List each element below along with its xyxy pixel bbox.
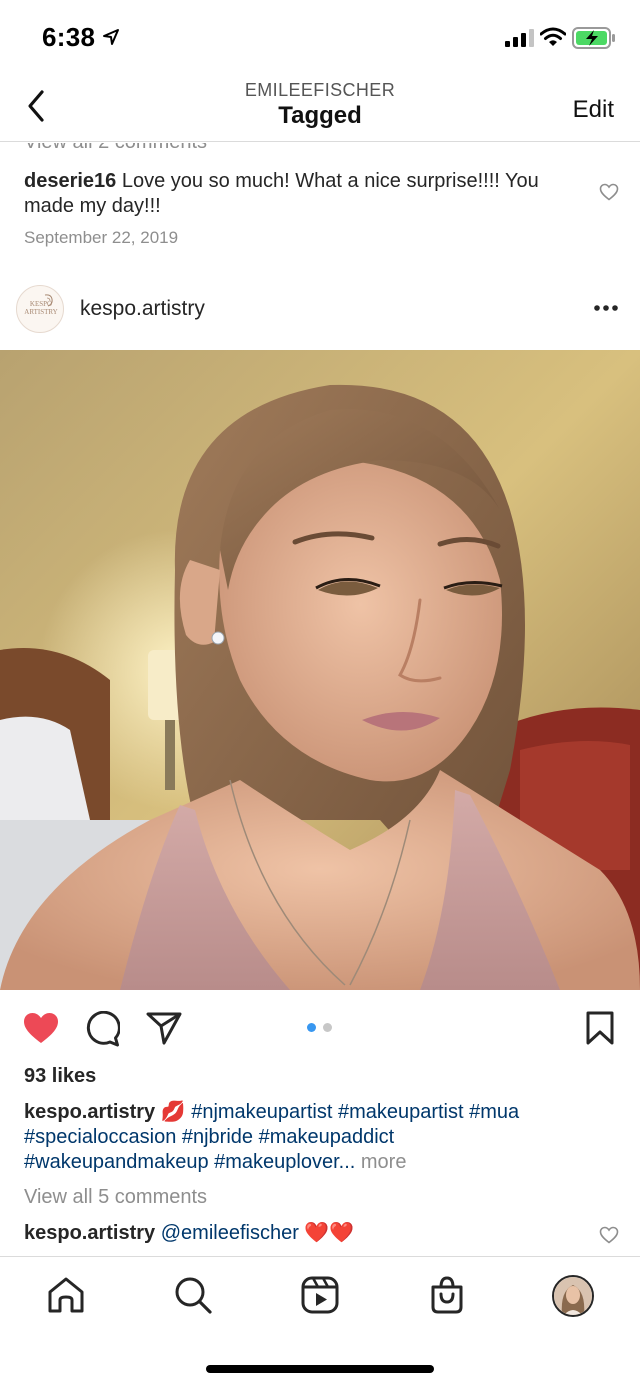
home-indicator [206, 1365, 434, 1373]
status-bar: 6:38 [0, 0, 640, 76]
comment-like-heart-icon[interactable] [599, 183, 619, 201]
comment-username[interactable]: deserie16 [24, 170, 116, 192]
home-icon[interactable] [46, 1275, 86, 1315]
page-title: Tagged [278, 102, 362, 129]
heart-icon[interactable] [22, 1011, 60, 1045]
comment-emoji: ❤️❤️ [304, 1222, 355, 1244]
profile-username: EMILEEFISCHER [244, 80, 396, 100]
comment: deserie16 Love you so much! What a nice … [24, 169, 574, 219]
post-photo[interactable] [0, 350, 640, 990]
carousel-dot-active [307, 1023, 316, 1032]
shop-icon[interactable] [427, 1275, 467, 1315]
post-caption: kespo.artistry 💋 #njmakeupartist #makeup… [24, 1100, 624, 1175]
post-header: KESPO ARTISTRY kespo.artistry [0, 280, 640, 340]
reels-icon[interactable] [300, 1275, 340, 1315]
bottom-tab-bar [0, 1256, 640, 1385]
carousel-dot [323, 1023, 332, 1032]
caption-emoji: 💋 [160, 1101, 186, 1123]
bookmark-icon[interactable] [585, 1011, 615, 1045]
likes-count[interactable]: 93 likes [24, 1065, 96, 1088]
profile-avatar-image [554, 1277, 592, 1315]
caption-hashtags-line2[interactable]: #specialoccasion #njbride #makeupaddict [24, 1126, 394, 1148]
avatar-text: KESPO ARTISTRY [24, 300, 58, 316]
author-avatar[interactable]: KESPO ARTISTRY [16, 285, 64, 333]
view-all-comments-link[interactable]: View all 2 comments [24, 143, 207, 154]
location-icon [103, 29, 119, 45]
post-username[interactable]: kespo.artistry [80, 297, 205, 321]
battery-icon [572, 27, 615, 49]
portrait-image [0, 350, 640, 990]
comment-mention[interactable]: @emileefischer [161, 1222, 299, 1244]
profile-tab-avatar[interactable] [552, 1275, 594, 1317]
caption-username[interactable]: kespo.artistry [24, 1101, 155, 1123]
caption-more-link[interactable]: more [361, 1151, 407, 1173]
edit-button[interactable]: Edit [573, 96, 614, 124]
view-all-comments-link[interactable]: View all 5 comments [24, 1186, 207, 1209]
comment-like-heart-icon[interactable] [599, 1226, 619, 1244]
post-date: September 22, 2019 [24, 228, 179, 247]
wifi-icon [540, 27, 566, 46]
comment: kespo.artistry @emileefischer ❤️❤️ [24, 1220, 354, 1245]
comment-icon[interactable] [84, 1011, 120, 1047]
post-action-bar [0, 1005, 640, 1051]
status-time: 6:38 [42, 22, 96, 52]
signal-icon [505, 29, 534, 47]
caption-hashtags-line1[interactable]: #njmakeupartist #makeupartist #mua [191, 1101, 519, 1123]
caption-hashtags-line3[interactable]: #wakeupandmakeup #makeuplover... [24, 1151, 355, 1173]
comment-username[interactable]: kespo.artistry [24, 1222, 155, 1244]
nav-header: EMILEEFISCHER Tagged Edit [0, 76, 640, 142]
previous-post-footer: View all 2 comments deserie16 Love you s… [0, 143, 640, 263]
share-icon[interactable] [146, 1011, 182, 1045]
search-icon[interactable] [173, 1275, 213, 1315]
more-icon[interactable] [593, 304, 619, 312]
